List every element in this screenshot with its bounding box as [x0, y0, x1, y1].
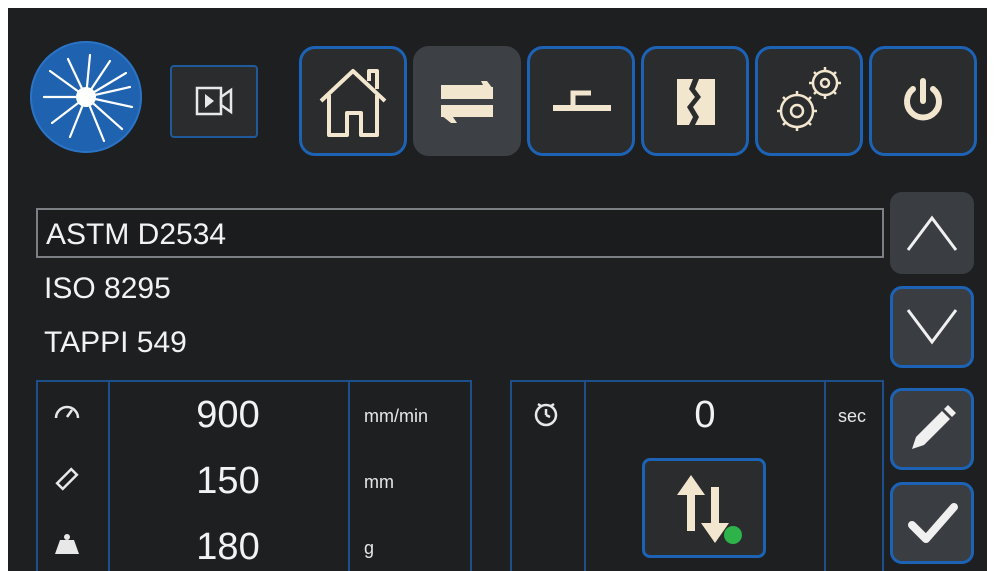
up-down-arrows-icon: [677, 475, 742, 544]
settings-button[interactable]: [755, 46, 863, 156]
home-icon: [319, 69, 387, 137]
video-camera-icon: [195, 86, 233, 116]
timer-unit: sec: [838, 406, 867, 426]
app-screen: ASTM D2534 ISO 8295 TAPPI 549 900 150 18…: [8, 8, 987, 571]
checkmark-icon: [908, 503, 958, 543]
divider: [348, 380, 350, 571]
weight-unit: g: [364, 538, 375, 558]
edit-button[interactable]: [890, 388, 974, 470]
method-list-item[interactable]: ISO 8295: [36, 264, 171, 314]
distance-value[interactable]: 150: [108, 460, 348, 503]
stopwatch-icon: [534, 402, 558, 427]
distance-unit: mm: [364, 472, 394, 492]
sample-button[interactable]: [641, 46, 749, 156]
weight-value[interactable]: 180: [108, 526, 348, 569]
hook-icon: [553, 90, 611, 111]
chevron-up-icon: [906, 215, 958, 251]
scroll-up-button[interactable]: [890, 192, 974, 274]
video-record-button[interactable]: [170, 65, 258, 138]
swap-icon: [441, 81, 493, 123]
status-indicator-icon: [724, 526, 742, 544]
hook-button[interactable]: [527, 46, 635, 156]
scroll-down-button[interactable]: [890, 286, 974, 368]
ruler-icon: [55, 467, 79, 491]
method-list-item[interactable]: ASTM D2534: [36, 208, 884, 258]
home-button[interactable]: [299, 46, 407, 156]
direction-toggle-button[interactable]: [642, 458, 766, 558]
pencil-icon: [912, 405, 956, 449]
speed-unit: mm/min: [364, 406, 428, 426]
chevron-down-icon: [906, 309, 958, 345]
sample-break-icon: [677, 79, 715, 125]
swap-button[interactable]: [413, 46, 521, 156]
speed-value[interactable]: 900: [108, 394, 348, 437]
power-icon: [904, 78, 942, 121]
gears-icon: [777, 67, 841, 131]
confirm-button[interactable]: [890, 482, 974, 564]
logo: [30, 41, 142, 153]
divider: [824, 380, 826, 571]
method-list-item[interactable]: TAPPI 549: [36, 318, 187, 368]
power-button[interactable]: [869, 46, 977, 156]
speedometer-icon: [54, 405, 80, 419]
weight-icon: [55, 534, 79, 554]
starburst-logo-icon: [42, 53, 134, 143]
timer-value[interactable]: 0: [586, 394, 824, 437]
